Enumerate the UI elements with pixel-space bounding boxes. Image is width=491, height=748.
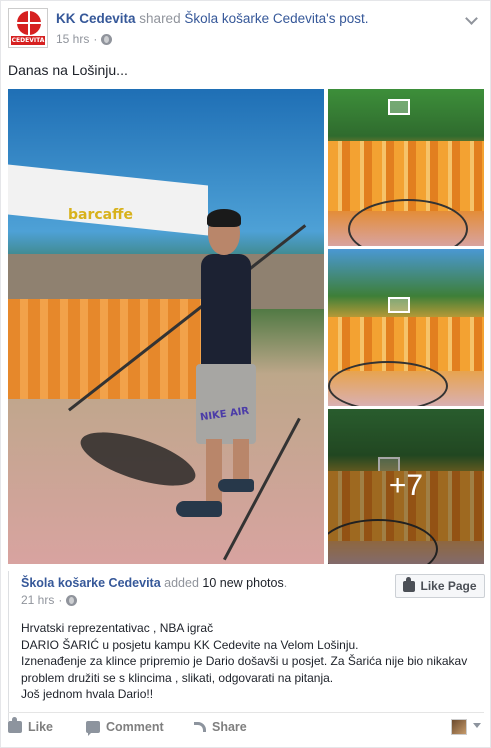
avatar-logo-text: CEDEVITA: [11, 36, 45, 45]
photo-thumb-more[interactable]: +7: [328, 409, 484, 564]
main-photo[interactable]: barcaffe NIKE AIR: [8, 89, 324, 564]
viewer-select-chevron-icon[interactable]: [473, 723, 481, 728]
shared-verb: shared: [139, 11, 181, 26]
shared-post: Škola košarke Cedevita added 10 new phot…: [8, 571, 485, 721]
comment-button[interactable]: Comment: [86, 717, 164, 737]
shared-text-line: Iznenađenje za klince pripremio je Dario…: [21, 654, 468, 668]
shared-post-text: Hrvatski reprezentativac , NBA igrač DAR…: [21, 620, 481, 703]
shared-photo-count[interactable]: 10 new photos: [202, 576, 283, 590]
action-bar: Like Comment Share: [8, 717, 484, 739]
photo-thumb-1[interactable]: [328, 89, 484, 246]
action-divider: [8, 712, 484, 713]
player-shoe: [176, 501, 222, 517]
like-page-label: Like Page: [420, 579, 477, 593]
post-options-chevron-icon[interactable]: [465, 12, 478, 25]
banner-text: barcaffe: [68, 207, 133, 223]
shared-page-link[interactable]: Škola košarke Cedevita: [21, 576, 161, 590]
like-label: Like: [28, 720, 54, 734]
meta-separator: ·: [93, 32, 98, 46]
viewer-avatar[interactable]: [451, 719, 467, 735]
meta-separator: ·: [58, 593, 63, 607]
globe-icon[interactable]: [101, 33, 113, 45]
post-caption: Danas na Lošinju...: [8, 62, 128, 78]
comment-label: Comment: [106, 720, 164, 734]
thumbs-up-icon: [403, 576, 416, 592]
basketball-icon: [17, 11, 41, 35]
post-headline: KK Cedevita shared Škola košarke Cedevit…: [56, 11, 369, 26]
player-shoe: [218, 479, 254, 492]
share-label: Share: [212, 720, 247, 734]
shared-post-meta: 21 hrs ·: [21, 593, 78, 607]
hoop-icon: [388, 99, 410, 115]
hoop-icon: [388, 297, 410, 313]
thumbs-up-icon: [8, 717, 22, 733]
player-leg: [206, 439, 222, 504]
page-avatar[interactable]: CEDEVITA: [8, 8, 48, 48]
sponsor-banner: [8, 164, 208, 236]
like-button[interactable]: Like: [8, 717, 53, 737]
player-leg: [233, 439, 249, 484]
author-link[interactable]: KK Cedevita: [56, 11, 136, 26]
post-card: CEDEVITA KK Cedevita shared Škola košark…: [0, 0, 491, 748]
shared-timestamp[interactable]: 21 hrs: [21, 593, 54, 607]
shared-post-link[interactable]: Škola košarke Cedevita's post.: [184, 11, 368, 26]
shared-added-text: added: [164, 576, 199, 590]
photo-thumb-2[interactable]: [328, 249, 484, 406]
player-shirt: [201, 254, 251, 369]
player-hair: [207, 209, 241, 227]
shared-text-line: Još jednom hvala Dario!!: [21, 687, 154, 701]
player-shorts: [196, 364, 256, 444]
share-button[interactable]: Share: [194, 717, 247, 737]
globe-icon[interactable]: [66, 594, 78, 606]
more-photos-count[interactable]: +7: [328, 469, 484, 503]
player-shadow: [74, 421, 202, 497]
shared-text-line: DARIO ŠARIĆ u posjetu kampu KK Cedevite …: [21, 637, 359, 652]
share-arrow-icon: [194, 722, 206, 732]
post-meta: 15 hrs ·: [56, 32, 113, 46]
shared-post-headline: Škola košarke Cedevita added 10 new phot…: [21, 576, 288, 590]
court-arc: [328, 361, 448, 406]
shared-text-line: problem družiti se s klincima , slikati,…: [21, 670, 334, 685]
post-timestamp[interactable]: 15 hrs: [56, 32, 89, 46]
shared-text-line: Hrvatski reprezentativac , NBA igrač: [21, 621, 214, 635]
like-page-button[interactable]: Like Page: [395, 574, 485, 598]
kids-group: [8, 299, 208, 399]
comment-icon: [86, 721, 100, 736]
